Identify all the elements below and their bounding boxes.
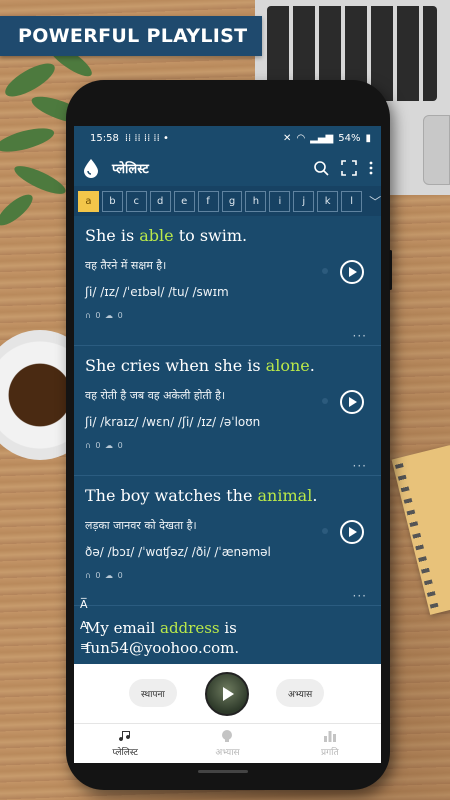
phrase-list: She is able to swim. वह तैरने में सक्षम … bbox=[74, 216, 381, 686]
tab-label: प्लेलिस्ट bbox=[112, 748, 138, 758]
sentence-text: She cries when she is bbox=[85, 356, 266, 375]
status-dot bbox=[322, 528, 328, 534]
home-indicator bbox=[198, 770, 248, 773]
status-bar: 15:58 ⁞⁞ ⁞⁞ ⁞⁞ ⁞⁞ • ✕ ◠ ▂▄▆ 54% ▮ bbox=[74, 126, 381, 150]
phone-volume-button bbox=[389, 250, 392, 290]
sentence-text: My email bbox=[85, 619, 161, 637]
ipa-transcription: ʃi/ /ɪz/ /ˈeɪbəl/ /tu/ /swɪm bbox=[85, 285, 229, 299]
status-dot bbox=[322, 268, 328, 274]
page-title: प्लेलिस्ट bbox=[112, 162, 149, 177]
more-icon[interactable]: ··· bbox=[353, 589, 367, 603]
ipa-transcription: ʃi/ /kraɪz/ /wɛn/ /ʃi/ /ɪz/ /əˈloʊn bbox=[85, 415, 261, 429]
tab-label: अभ्यास bbox=[215, 748, 240, 758]
more-icon[interactable]: ··· bbox=[353, 329, 367, 343]
phrase-stats: ∩ 0 ☁ 0 bbox=[85, 441, 124, 450]
battery-text: 54% bbox=[338, 132, 361, 144]
phrase-sentence: She cries when she is alone. bbox=[85, 356, 370, 376]
status-dot bbox=[322, 398, 328, 404]
bar-chart-icon bbox=[323, 731, 336, 742]
brain-icon bbox=[222, 730, 233, 742]
bottom-panel: स्थापना अभ्यास प्लेलिस्ट अभ्यास प्रगति bbox=[74, 664, 381, 763]
alphabet-letter-a[interactable]: a bbox=[78, 190, 99, 212]
tab-label: प्रगति bbox=[320, 748, 339, 758]
more-options-icon[interactable] bbox=[369, 160, 373, 176]
app-screen: 15:58 ⁞⁞ ⁞⁞ ⁞⁞ ⁞⁞ • ✕ ◠ ▂▄▆ 54% ▮ प्लेलि… bbox=[74, 126, 381, 763]
highlighted-word: able bbox=[139, 226, 174, 245]
alphabet-letter-j[interactable]: j bbox=[293, 190, 315, 212]
more-icon[interactable]: ··· bbox=[353, 459, 367, 473]
alphabet-letter-d[interactable]: d bbox=[149, 190, 171, 212]
main-play-button[interactable] bbox=[205, 672, 249, 716]
action-row: स्थापना अभ्यास bbox=[74, 664, 381, 724]
wifi-icon: ◠ bbox=[296, 132, 306, 144]
battery-icon: ▮ bbox=[365, 132, 371, 144]
practice-button[interactable]: अभ्यास bbox=[276, 679, 325, 707]
highlighted-word: alone bbox=[265, 356, 310, 375]
alphabet-letter-c[interactable]: c bbox=[125, 190, 147, 212]
highlighted-word: address bbox=[160, 619, 220, 637]
phrase-sentence: My email address is fun54@yoohoo.com. bbox=[85, 618, 370, 658]
music-note-icon bbox=[119, 731, 131, 742]
text-tools: A̅ A ≡ bbox=[80, 598, 89, 653]
signal-icon: ▂▄▆ bbox=[310, 132, 334, 144]
search-icon[interactable] bbox=[313, 160, 329, 176]
sentence-text: The boy watches the bbox=[85, 486, 258, 505]
setup-button[interactable]: स्थापना bbox=[129, 679, 177, 707]
phrase-sentence: The boy watches the animal. bbox=[85, 486, 370, 506]
chevron-down-icon[interactable]: ﹀ bbox=[369, 193, 381, 210]
alphabet-letter-l[interactable]: l bbox=[341, 190, 363, 212]
notebook bbox=[391, 445, 450, 615]
phrase-card[interactable]: The boy watches the animal. लड़का जानवर … bbox=[74, 476, 381, 606]
alphabet-letter-f[interactable]: f bbox=[197, 190, 219, 212]
alphabet-letter-b[interactable]: b bbox=[101, 190, 123, 212]
status-time: 15:58 bbox=[90, 132, 119, 144]
sentence-text: . bbox=[309, 356, 315, 375]
play-button[interactable] bbox=[340, 520, 364, 544]
tab-bar: प्लेलिस्ट अभ्यास प्रगति bbox=[74, 723, 381, 763]
highlighted-word: animal bbox=[257, 486, 313, 505]
promo-banner: POWERFUL PLAYLIST bbox=[0, 16, 262, 56]
alphabet-filter: a b c d e f g h i j k l ﹀ bbox=[74, 186, 381, 216]
phrase-sentence: She is able to swim. bbox=[85, 226, 370, 246]
alphabet-letter-i[interactable]: i bbox=[269, 190, 291, 212]
fullscreen-icon[interactable] bbox=[341, 160, 357, 176]
alphabet-letter-k[interactable]: k bbox=[317, 190, 339, 212]
app-bar: प्लेलिस्ट bbox=[74, 150, 381, 186]
laptop-trackpad bbox=[423, 115, 450, 185]
phrase-card[interactable]: She cries when she is alone. वह रोती है … bbox=[74, 346, 381, 476]
phrase-stats: ∩ 0 ☁ 0 bbox=[85, 311, 124, 320]
mute-icon: ✕ bbox=[283, 132, 292, 144]
sentence-text: to swim. bbox=[173, 226, 248, 245]
ipa-transcription: ðə/ /bɔɪ/ /ˈwɑʧəz/ /ði/ /ˈænəməl bbox=[85, 545, 271, 559]
font-style-icon[interactable]: A bbox=[80, 619, 89, 632]
tab-practice[interactable]: अभ्यास bbox=[176, 724, 278, 763]
phrase-card[interactable]: She is able to swim. वह तैरने में सक्षम … bbox=[74, 216, 381, 346]
phrase-stats: ∩ 0 ☁ 0 bbox=[85, 571, 124, 580]
alphabet-letter-g[interactable]: g bbox=[221, 190, 243, 212]
banner-text: POWERFUL PLAYLIST bbox=[18, 25, 248, 47]
sentence-text: She is bbox=[85, 226, 140, 245]
sentence-text: . bbox=[312, 486, 318, 505]
play-button[interactable] bbox=[340, 390, 364, 414]
play-button[interactable] bbox=[340, 260, 364, 284]
alphabet-letter-e[interactable]: e bbox=[173, 190, 195, 212]
tab-playlist[interactable]: प्लेलिस्ट bbox=[74, 724, 176, 763]
align-icon[interactable]: ≡ bbox=[80, 640, 89, 653]
water-drop-logo-icon bbox=[84, 159, 98, 178]
tab-progress[interactable]: प्रगति bbox=[279, 724, 381, 763]
font-size-icon[interactable]: A̅ bbox=[80, 598, 89, 611]
alphabet-letter-h[interactable]: h bbox=[245, 190, 267, 212]
notification-icons: ⁞⁞ ⁞⁞ ⁞⁞ ⁞⁞ • bbox=[124, 132, 169, 144]
